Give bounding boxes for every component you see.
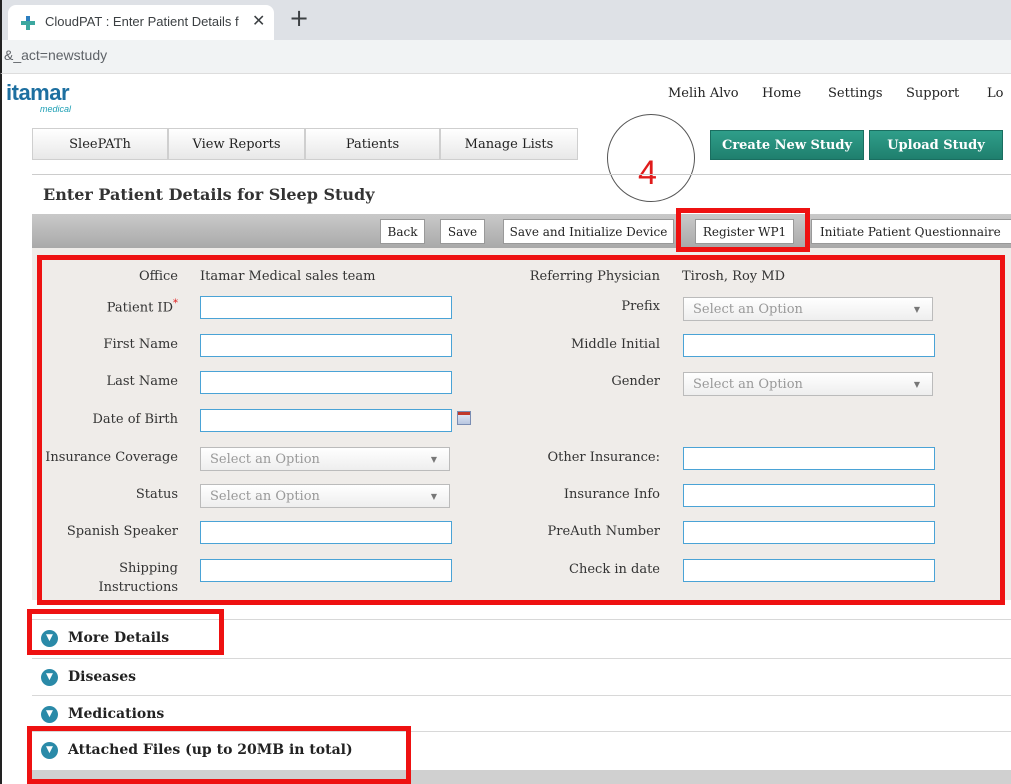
expand-down-icon: ▼	[41, 706, 58, 723]
upload-study-button[interactable]: Upload Study	[869, 130, 1003, 160]
page: itamar medical Melih Alvo Home Settings …	[0, 74, 1011, 784]
action-toolbar: Back Save Save and Initialize Device Reg…	[32, 214, 1011, 248]
save-initialize-device-button[interactable]: Save and Initialize Device	[503, 219, 674, 244]
itamar-logo[interactable]: itamar medical	[6, 80, 71, 114]
page-title: Enter Patient Details for Sleep Study	[43, 185, 375, 204]
section-title: Diseases	[68, 669, 136, 685]
url-text: &_act=newstudy	[4, 47, 108, 63]
tab-title: CloudPAT : Enter Patient Details f	[45, 14, 239, 29]
close-tab-icon[interactable]: ✕	[252, 11, 265, 30]
save-button[interactable]: Save	[440, 219, 485, 244]
logo-sub-text: medical	[40, 104, 72, 114]
browser-tab[interactable]: CloudPAT : Enter Patient Details f ✕	[8, 5, 274, 40]
logout-link[interactable]: Lo	[987, 86, 1003, 101]
section-diseases[interactable]: ▼ Diseases	[32, 658, 1011, 694]
highlight-register-wp1	[676, 208, 810, 252]
browser-tab-bar: CloudPAT : Enter Patient Details f ✕ +	[0, 0, 1011, 40]
address-bar[interactable]: &_act=newstudy	[0, 40, 1011, 74]
highlight-attached-files	[27, 726, 411, 784]
settings-link[interactable]: Settings	[828, 86, 883, 101]
tab-manage-lists[interactable]: Manage Lists	[440, 128, 578, 160]
highlight-more-details	[27, 609, 224, 655]
tab-sleepath[interactable]: SleePATh	[32, 128, 168, 160]
cloudpat-favicon-icon	[21, 16, 35, 30]
user-name-link[interactable]: Melih Alvo	[668, 86, 739, 101]
home-link[interactable]: Home	[762, 86, 801, 101]
section-title: Medications	[68, 706, 165, 722]
tab-view-reports[interactable]: View Reports	[168, 128, 305, 160]
highlight-form-area	[37, 255, 1005, 605]
initiate-questionnaire-button[interactable]: Initiate Patient Questionnaire	[811, 219, 1011, 244]
page-title-bar: Enter Patient Details for Sleep Study	[32, 174, 1011, 214]
support-link[interactable]: Support	[906, 86, 959, 101]
back-button[interactable]: Back	[380, 219, 425, 244]
new-tab-icon[interactable]: +	[289, 4, 309, 32]
logo-main-text: itamar	[6, 80, 70, 105]
expand-down-icon: ▼	[41, 669, 58, 686]
tab-patients[interactable]: Patients	[305, 128, 440, 160]
create-new-study-button[interactable]: Create New Study	[710, 130, 864, 160]
